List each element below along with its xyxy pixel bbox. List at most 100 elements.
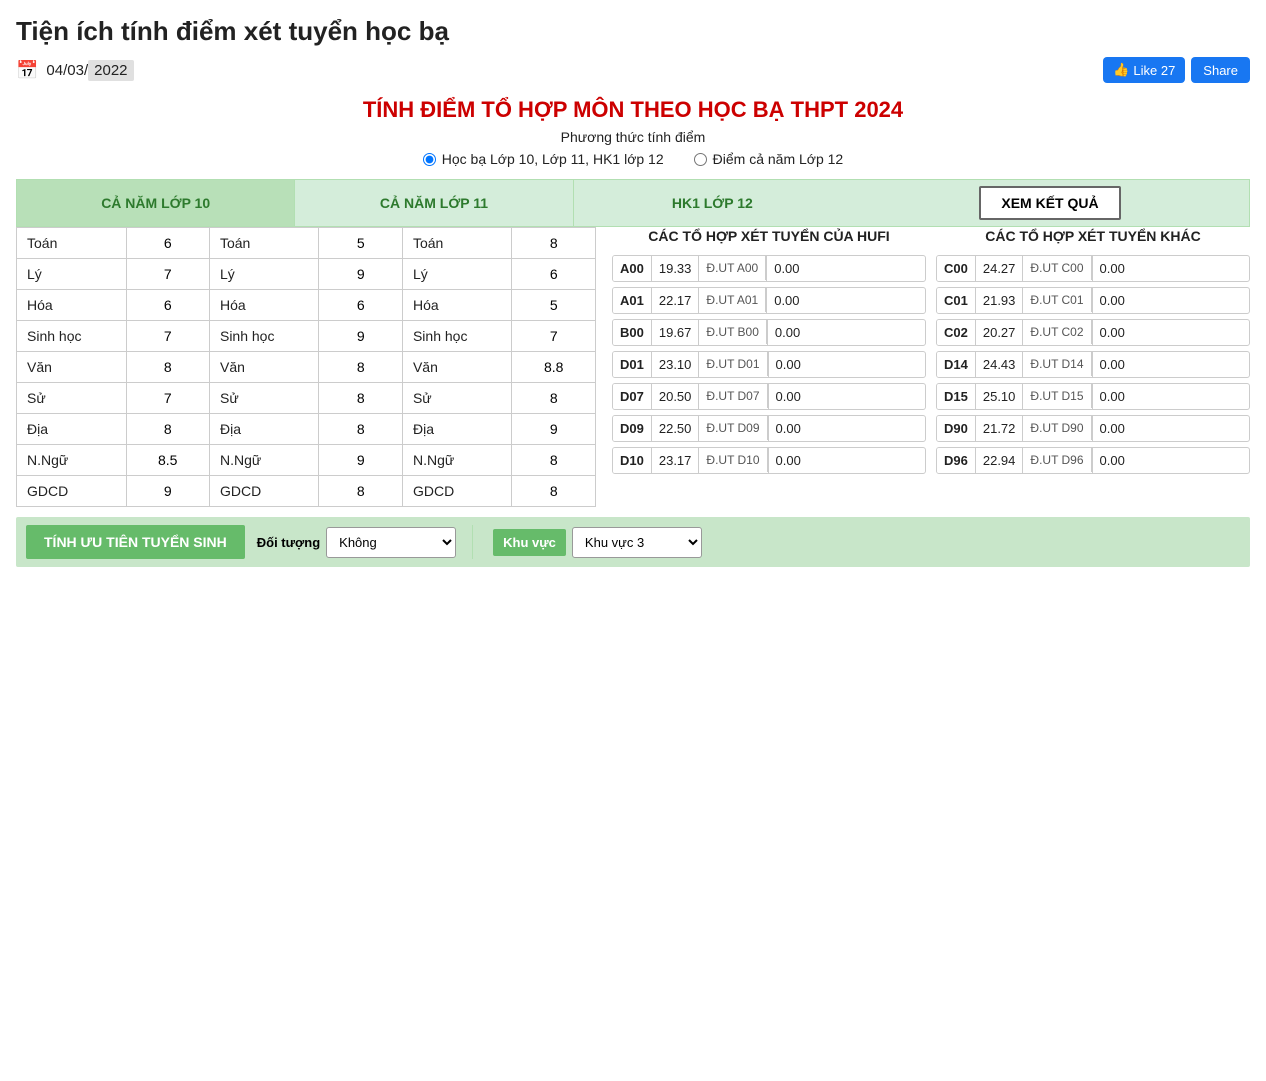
- score-g12[interactable]: [512, 290, 596, 321]
- combo-dut-label: Đ.UT B00: [699, 320, 766, 344]
- radio-input-1[interactable]: [423, 153, 436, 166]
- combo-code: D96: [937, 448, 976, 473]
- year-box: 2022: [88, 60, 133, 81]
- score-g12[interactable]: [512, 228, 596, 259]
- subject-label-3: Toán: [402, 228, 512, 259]
- other-header: CÁC TỔ HỢP XÉT TUYỂN KHÁC: [936, 227, 1250, 247]
- score-g11[interactable]: [319, 290, 402, 321]
- score-g10[interactable]: [126, 414, 209, 445]
- grade-row: N.Ngữ N.Ngữ N.Ngữ: [17, 445, 596, 476]
- score-g11[interactable]: [319, 476, 402, 507]
- combo-dut-score: 0.00: [1092, 448, 1132, 473]
- tab-ca-nam-lop-10[interactable]: CẢ NĂM LỚP 10: [17, 180, 295, 226]
- subject-label: N.Ngữ: [17, 445, 127, 476]
- score-g11[interactable]: [319, 383, 402, 414]
- score-g10[interactable]: [126, 259, 209, 290]
- title-section: TÍNH ĐIỂM TỔ HỢP MÔN THEO HỌC BẠ THPT 20…: [16, 97, 1250, 167]
- combo-score: 21.93: [976, 288, 1024, 313]
- score-g12[interactable]: [512, 383, 596, 414]
- combo-dut-score: 0.00: [766, 288, 806, 313]
- combo-dut-score: 0.00: [1092, 416, 1132, 441]
- radio-option-1[interactable]: Học bạ Lớp 10, Lớp 11, HK1 lớp 12: [423, 151, 664, 167]
- subject-label: Lý: [17, 259, 127, 290]
- subject-label-3: GDCD: [402, 476, 512, 507]
- bottom-bar: TÍNH ƯU TIÊN TUYỂN SINH Đối tượng KhôngU…: [16, 517, 1250, 567]
- score-g12[interactable]: [512, 445, 596, 476]
- combo-code: C02: [937, 320, 976, 345]
- score-g11[interactable]: [319, 445, 402, 476]
- share-button[interactable]: Share: [1191, 57, 1250, 83]
- combo-code: B00: [613, 320, 652, 345]
- score-g11[interactable]: [319, 352, 402, 383]
- score-g12[interactable]: [512, 414, 596, 445]
- subject-label-3: Sinh học: [402, 321, 512, 352]
- combo-score: 20.50: [652, 384, 700, 409]
- grade-row: Sử Sử Sử: [17, 383, 596, 414]
- score-g12[interactable]: [512, 321, 596, 352]
- combo-score: 24.43: [976, 352, 1024, 377]
- combo-dut-score: 0.00: [768, 352, 808, 377]
- combo-score: 23.17: [652, 448, 700, 473]
- doi-tuong-select[interactable]: KhôngUT1UT2: [326, 527, 456, 558]
- score-g10[interactable]: [126, 290, 209, 321]
- xem-ket-qua-button[interactable]: XEM KẾT QUẢ: [979, 186, 1120, 220]
- combo-dut-score: 0.00: [766, 256, 806, 281]
- combo-dut-score: 0.00: [1092, 384, 1132, 409]
- combo-score: 19.67: [652, 320, 700, 345]
- subject-label: Văn: [17, 352, 127, 383]
- combo-dut-score: 0.00: [1092, 288, 1132, 313]
- grade-row: Hóa Hóa Hóa: [17, 290, 596, 321]
- subject-label-2: N.Ngữ: [209, 445, 319, 476]
- combo-dut-label: Đ.UT D09: [699, 416, 767, 440]
- score-g12[interactable]: [512, 259, 596, 290]
- combo-dut-score: 0.00: [768, 416, 808, 441]
- grade-row: Địa Địa Địa: [17, 414, 596, 445]
- combo-item: D01 23.10 Đ.UT D01 0.00: [612, 351, 926, 378]
- tab-hk1-lop-12[interactable]: HK1 LỚP 12: [574, 180, 851, 226]
- grade-row: Toán Toán Toán: [17, 228, 596, 259]
- subject-label: Sinh học: [17, 321, 127, 352]
- subject-label-2: Sinh học: [209, 321, 319, 352]
- score-g10[interactable]: [126, 228, 209, 259]
- tinh-uu-tien-button[interactable]: TÍNH ƯU TIÊN TUYỂN SINH: [26, 525, 245, 559]
- like-button[interactable]: 👍 Like 27: [1103, 57, 1185, 83]
- combo-dut-score: 0.00: [1092, 352, 1132, 377]
- score-g11[interactable]: [319, 321, 402, 352]
- combo-score: 21.72: [976, 416, 1024, 441]
- subject-label-2: GDCD: [209, 476, 319, 507]
- khu-vuc-group: Khu vực Khu vực 1Khu vực 2Khu vực 2NTKhu…: [493, 527, 702, 558]
- radio-option-2[interactable]: Điểm cả năm Lớp 12: [694, 151, 844, 167]
- combos-section: CÁC TỔ HỢP XÉT TUYỂN CỦA HUFI A00 19.33 …: [612, 227, 1250, 507]
- combo-score: 20.27: [976, 320, 1024, 345]
- subject-label: Hóa: [17, 290, 127, 321]
- radio-input-2[interactable]: [694, 153, 707, 166]
- score-g10[interactable]: [126, 352, 209, 383]
- combo-dut-label: Đ.UT D10: [699, 448, 767, 472]
- score-g10[interactable]: [126, 321, 209, 352]
- calendar-icon: 📅: [16, 60, 38, 81]
- combo-dut-label: Đ.UT D01: [699, 352, 767, 376]
- score-g10[interactable]: [126, 383, 209, 414]
- main-title: TÍNH ĐIỂM TỔ HỢP MÔN THEO HỌC BẠ THPT 20…: [16, 97, 1250, 123]
- content-area: Toán Toán Toán Lý Lý Lý Hóa Hóa Hóa Sinh…: [16, 227, 1250, 507]
- combo-code: D14: [937, 352, 976, 377]
- score-g10[interactable]: [126, 445, 209, 476]
- doi-tuong-group: Đối tượng KhôngUT1UT2: [257, 527, 456, 558]
- tab-ca-nam-lop-11[interactable]: CẢ NĂM LỚP 11: [295, 180, 573, 226]
- grade-row: Sinh học Sinh học Sinh học: [17, 321, 596, 352]
- score-g11[interactable]: [319, 414, 402, 445]
- combo-dut-label: Đ.UT D90: [1023, 416, 1091, 440]
- combo-code: D09: [613, 416, 652, 441]
- score-g12[interactable]: [512, 352, 596, 383]
- score-g12[interactable]: [512, 476, 596, 507]
- khu-vuc-select[interactable]: Khu vực 1Khu vực 2Khu vực 2NTKhu vực 3: [572, 527, 702, 558]
- score-g10[interactable]: [126, 476, 209, 507]
- combo-score: 25.10: [976, 384, 1024, 409]
- combo-dut-label: Đ.UT C02: [1023, 320, 1091, 344]
- combo-score: 22.17: [652, 288, 700, 313]
- combo-dut-label: Đ.UT C01: [1023, 288, 1091, 312]
- subject-label-2: Sử: [209, 383, 319, 414]
- score-g11[interactable]: [319, 259, 402, 290]
- combo-item-other: C02 20.27 Đ.UT C02 0.00: [936, 319, 1250, 346]
- score-g11[interactable]: [319, 228, 402, 259]
